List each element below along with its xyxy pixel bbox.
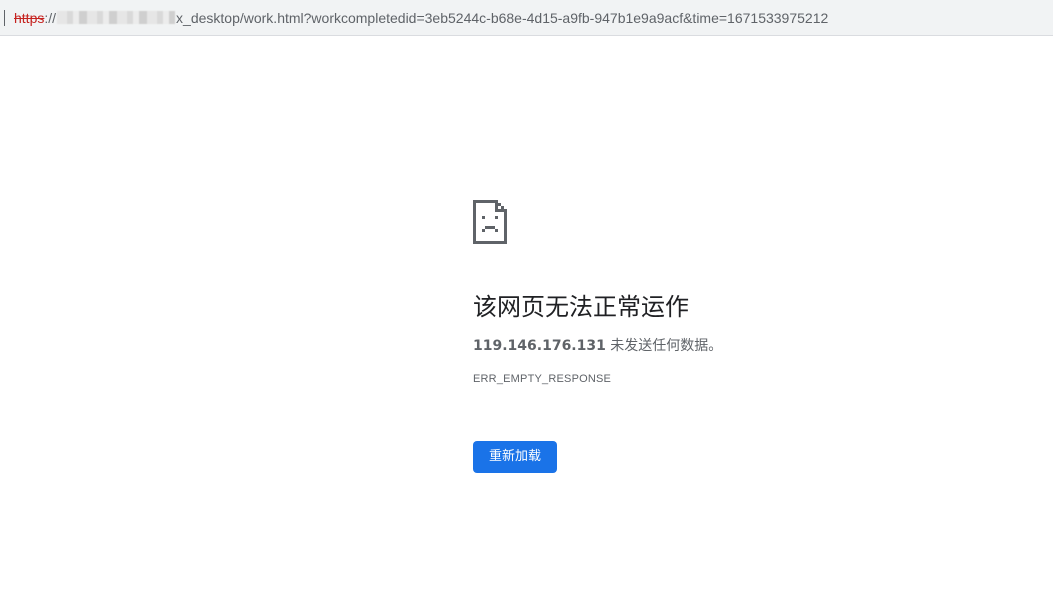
url-scheme: https — [14, 10, 45, 26]
error-message-text: 未发送任何数据。 — [605, 338, 723, 354]
error-message: 119.146.176.131 未发送任何数据。 — [473, 336, 993, 356]
url-separator: :// — [44, 10, 57, 26]
url-text[interactable]: https:// x_desktop/work.html?workcomplete… — [14, 9, 828, 27]
error-content: 该网页无法正常运作 119.146.176.131 未发送任何数据。 ERR_E… — [473, 200, 993, 473]
reload-button[interactable]: 重新加载 — [473, 441, 558, 473]
error-host: 119.146.176.131 — [473, 338, 606, 354]
text-cursor — [4, 10, 5, 26]
address-bar[interactable]: https:// x_desktop/work.html?workcomplete… — [0, 0, 1053, 36]
url-path: x_desktop/work.html?workcompletedid=3eb5… — [176, 10, 829, 26]
sad-page-icon — [473, 200, 507, 244]
error-title: 该网页无法正常运作 — [473, 293, 689, 321]
redacted-host — [57, 11, 176, 24]
error-code: ERR_EMPTY_RESPONSE — [473, 373, 612, 385]
